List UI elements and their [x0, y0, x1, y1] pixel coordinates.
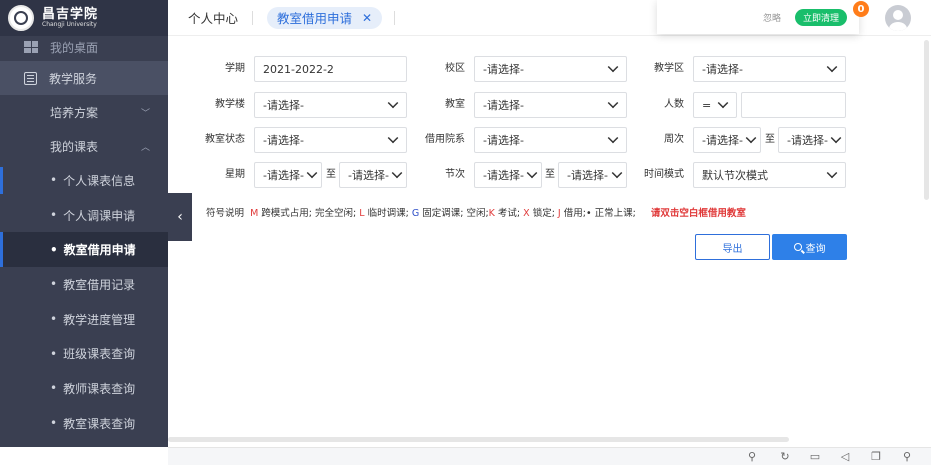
chevron-down-icon — [830, 132, 842, 143]
sidebar-item-class-schedule[interactable]: 班级课表查询 — [0, 336, 168, 371]
horizontal-scrollbar[interactable] — [168, 437, 789, 442]
sidebar-item-borrow-record[interactable]: 教室借用记录 — [0, 267, 168, 302]
time-mode-select[interactable]: 默认节次模式 — [693, 162, 846, 188]
chevron-down-icon — [607, 61, 619, 72]
sidebar-item-desktop[interactable]: 我的桌面 — [0, 37, 168, 57]
label-week: 周次 — [664, 134, 684, 145]
sidebar-item-service-label: 教学服务 — [49, 71, 98, 86]
sidebar-item-personal-schedule[interactable]: 个人课表信息 — [0, 163, 168, 198]
tab-label: 教室借用申请 — [277, 11, 353, 26]
sidebar-item-classroom-borrow[interactable]: 教室借用申请 — [0, 232, 168, 268]
close-icon[interactable]: ✕ — [362, 11, 372, 25]
label-capacity: 人数 — [664, 99, 684, 110]
tab-home[interactable]: 个人中心 — [188, 8, 238, 27]
sidebar: 昌吉学院 Changji University 我的桌面 教学服务 培养方案 ﹀… — [0, 0, 168, 447]
ignore-link[interactable]: 忽略 — [763, 11, 781, 24]
chevron-down-icon — [387, 97, 399, 108]
label-room-status: 教室状态 — [205, 134, 245, 145]
sidebar-item-service[interactable]: 教学服务 — [0, 61, 168, 95]
chevron-down-icon — [526, 167, 538, 178]
university-seal-icon — [8, 5, 34, 31]
sidebar-item-progress[interactable]: 教学进度管理 — [0, 302, 168, 337]
sidebar-item-plan[interactable]: 培养方案 ﹀ — [0, 95, 168, 129]
chevron-down-icon: ﹀ — [140, 108, 150, 119]
search-icon[interactable]: ⚲ — [901, 451, 913, 463]
sidebar-collapse-button[interactable]: ‹ — [168, 193, 192, 241]
semester-input[interactable]: 2021-2022-2 — [254, 56, 407, 82]
week-to-select[interactable]: -请选择- — [778, 127, 846, 153]
sidebar-item-desktop-label: 我的桌面 — [50, 40, 99, 55]
avatar[interactable] — [885, 5, 911, 31]
sidebar-item-schedule[interactable]: 我的课表 ︿ — [0, 129, 168, 163]
label-to: 至 — [765, 134, 775, 145]
label-campus: 校区 — [445, 63, 465, 74]
list-board-icon — [24, 71, 37, 85]
chevron-down-icon — [306, 167, 318, 178]
weekday-from-select[interactable]: -请选择- — [254, 162, 322, 188]
chevron-down-icon — [745, 132, 757, 143]
search-icon — [793, 243, 802, 251]
label-to: 至 — [545, 169, 555, 180]
logo-name-cn: 昌吉学院 — [42, 7, 99, 23]
sidebar-item-plan-label: 培养方案 — [50, 105, 99, 120]
trash-icon[interactable]: ▭ — [809, 451, 821, 463]
sidebar-item-room-schedule[interactable]: 教室课表查询 — [0, 406, 168, 441]
chevron-down-icon — [387, 132, 399, 143]
capacity-operator-select[interactable]: = — [693, 92, 737, 118]
period-from-select[interactable]: -请选择- — [474, 162, 542, 188]
logo-name-en: Changji University — [42, 20, 97, 28]
export-button[interactable]: 导出 — [695, 234, 770, 260]
clear-now-button[interactable]: 立即清理 — [794, 8, 847, 26]
chevron-left-icon: ‹ — [177, 209, 183, 225]
classroom-select[interactable]: -请选择- — [474, 92, 627, 118]
week-from-select[interactable]: -请选择- — [693, 127, 761, 153]
label-weekday: 星期 — [225, 169, 245, 180]
notification-badge[interactable]: 0 — [853, 1, 869, 17]
borrow-dept-select[interactable]: -请选择- — [474, 127, 627, 153]
label-teaching-area: 教学区 — [654, 63, 684, 74]
volume-icon[interactable]: ◁ — [839, 451, 851, 463]
chevron-down-icon — [611, 167, 623, 178]
query-button[interactable]: 查询 — [772, 234, 847, 260]
label-to: 至 — [326, 169, 336, 180]
label-borrow-dept: 借用院系 — [425, 134, 465, 145]
building-select[interactable]: -请选择- — [254, 92, 407, 118]
chevron-down-icon — [826, 167, 838, 178]
window-icon[interactable]: ❐ — [870, 451, 882, 463]
chevron-down-icon — [826, 61, 838, 72]
double-click-hint: 请双击空白框借用教室 — [650, 208, 746, 219]
chevron-down-icon — [391, 167, 403, 178]
label-building: 教学楼 — [215, 99, 245, 110]
room-status-select[interactable]: -请选择- — [254, 127, 407, 153]
notification-popup: 忽略 立即清理 — [657, 0, 859, 34]
vertical-scrollbar[interactable] — [924, 40, 929, 200]
sidebar-item-schedule-label: 我的课表 — [50, 139, 99, 154]
chevron-down-icon — [607, 132, 619, 143]
period-to-select[interactable]: -请选择- — [558, 162, 627, 188]
label-time-mode: 时间模式 — [644, 169, 684, 180]
logo: 昌吉学院 Changji University — [0, 0, 168, 36]
chevron-down-icon — [717, 97, 729, 108]
capacity-input[interactable] — [741, 92, 846, 118]
rocket-icon[interactable]: ⚲ — [746, 451, 758, 463]
label-period: 节次 — [445, 169, 465, 180]
sidebar-item-teacher-schedule[interactable]: 教师课表查询 — [0, 371, 168, 406]
symbol-legend: 符号说明 M 跨模式占用; 完全空闲; L 临时调课; G 固定调课; 空闲;K… — [206, 208, 746, 219]
teaching-area-select[interactable]: -请选择- — [693, 56, 846, 82]
label-semester: 学期 — [225, 63, 245, 74]
windows-grid-icon — [24, 41, 38, 53]
tab-classroom-borrow[interactable]: 教室借用申请 ✕ — [267, 6, 383, 29]
bottom-toolbar: ⚲ ↻ ▭ ◁ ❐ ⚲ — [168, 447, 931, 465]
weekday-to-select[interactable]: -请选择- — [339, 162, 407, 188]
label-classroom: 教室 — [445, 99, 465, 110]
campus-select[interactable]: -请选择- — [474, 56, 627, 82]
sidebar-item-personal-adjust[interactable]: 个人调课申请 — [0, 198, 168, 233]
chevron-up-icon: ︿ — [140, 142, 150, 153]
refresh-icon[interactable]: ↻ — [779, 451, 791, 463]
chevron-down-icon — [607, 97, 619, 108]
